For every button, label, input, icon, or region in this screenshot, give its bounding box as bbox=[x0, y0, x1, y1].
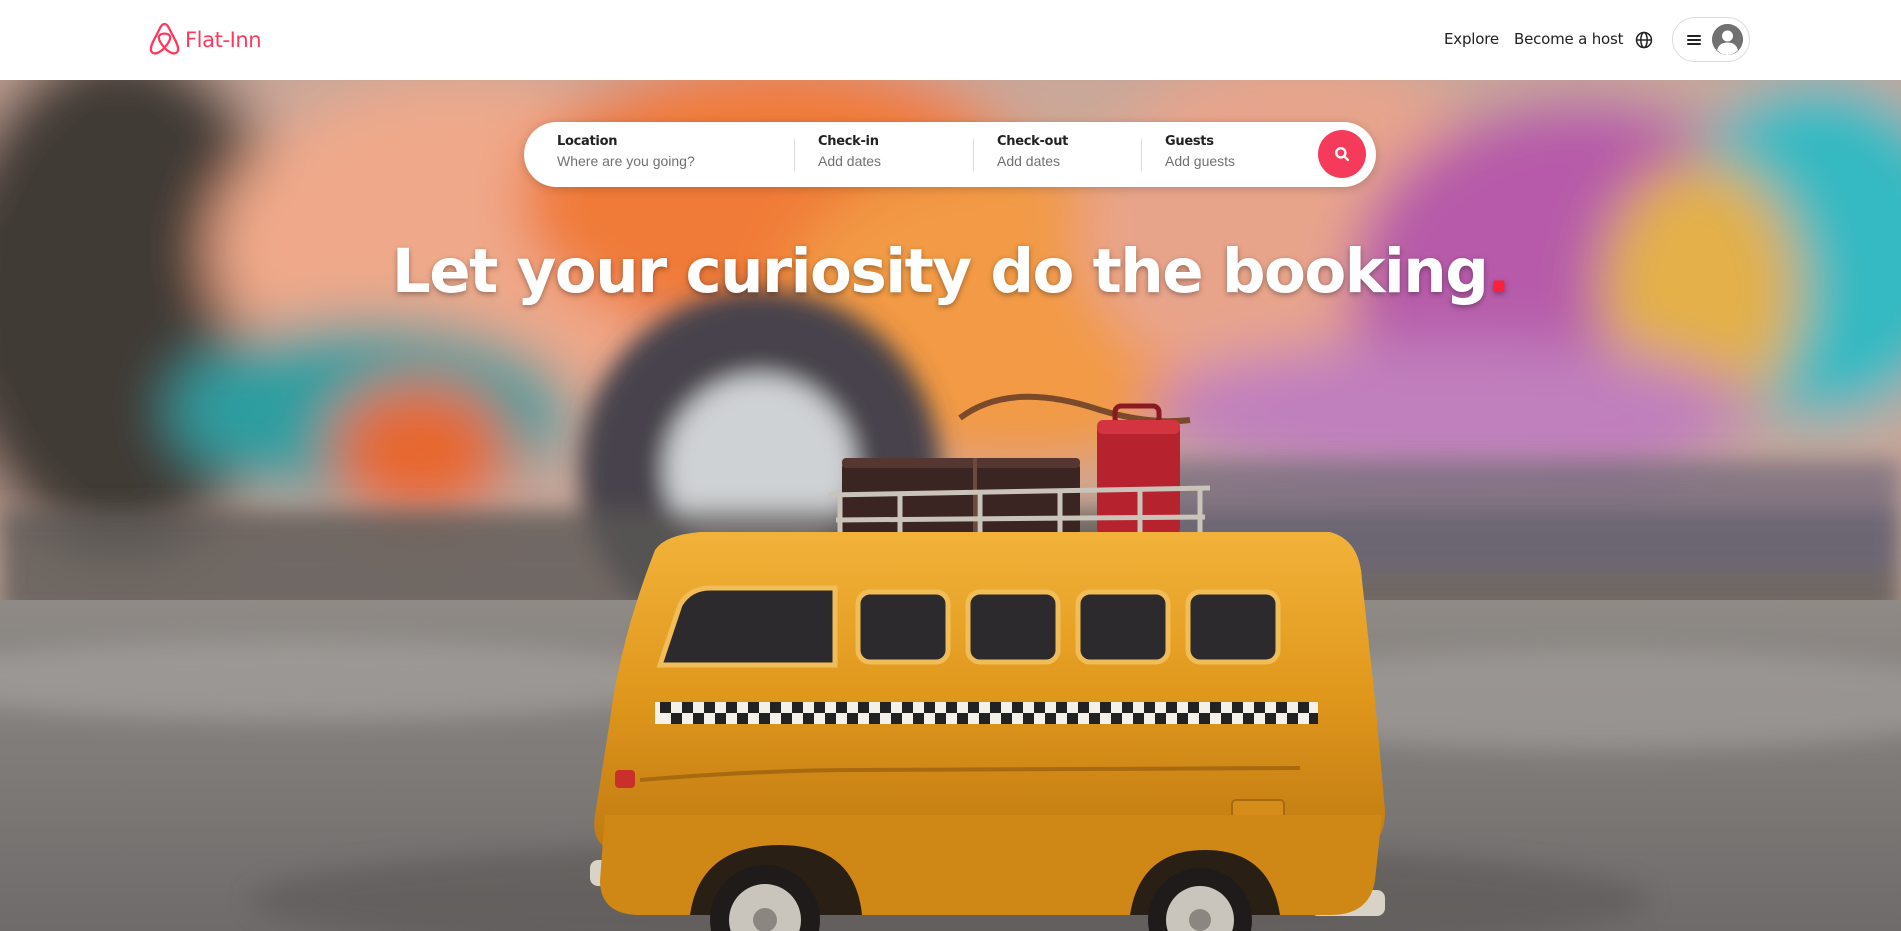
location-field[interactable]: Location Where are you going? bbox=[557, 134, 787, 169]
checkin-field[interactable]: Check-in Add dates bbox=[818, 134, 968, 169]
search-divider bbox=[1141, 139, 1142, 171]
search-icon bbox=[1335, 147, 1350, 162]
brand-logo[interactable]: Flat-Inn bbox=[148, 22, 262, 58]
globe-icon[interactable] bbox=[1634, 30, 1654, 50]
hero-section: Location Where are you going? Check-in A… bbox=[0, 80, 1901, 931]
hamburger-menu-icon bbox=[1687, 34, 1701, 45]
checkout-label: Check-out bbox=[997, 134, 1069, 149]
guests-label: Guests bbox=[1165, 134, 1214, 149]
nav-become-host-link[interactable]: Become a host bbox=[1514, 30, 1623, 48]
nav-explore-link[interactable]: Explore bbox=[1444, 30, 1499, 48]
search-bar: Location Where are you going? Check-in A… bbox=[524, 122, 1376, 187]
profile-menu-button[interactable] bbox=[1672, 17, 1750, 62]
brand-name: Flat-Inn bbox=[185, 28, 262, 52]
checkin-label: Check-in bbox=[818, 134, 879, 149]
user-avatar-icon bbox=[1712, 24, 1743, 55]
hero-headline-dot: . bbox=[1487, 236, 1510, 307]
checkout-input[interactable]: Add dates bbox=[997, 153, 1127, 169]
search-divider bbox=[794, 139, 795, 171]
guests-input[interactable]: Add guests bbox=[1165, 153, 1305, 169]
location-label: Location bbox=[557, 134, 618, 149]
checkin-input[interactable]: Add dates bbox=[818, 153, 968, 169]
search-divider bbox=[973, 139, 974, 171]
hero-background-image bbox=[0, 80, 1901, 931]
airbnb-belo-icon bbox=[149, 22, 180, 55]
checkout-field[interactable]: Check-out Add dates bbox=[997, 134, 1127, 169]
top-header: Flat-Inn Explore Become a host bbox=[0, 0, 1901, 80]
search-button[interactable] bbox=[1318, 130, 1366, 178]
hero-headline-text: Let your curiosity do the booking bbox=[391, 236, 1489, 307]
guests-field[interactable]: Guests Add guests bbox=[1165, 134, 1305, 169]
location-input[interactable]: Where are you going? bbox=[557, 153, 787, 169]
hero-headline: Let your curiosity do the booking. bbox=[0, 236, 1901, 307]
